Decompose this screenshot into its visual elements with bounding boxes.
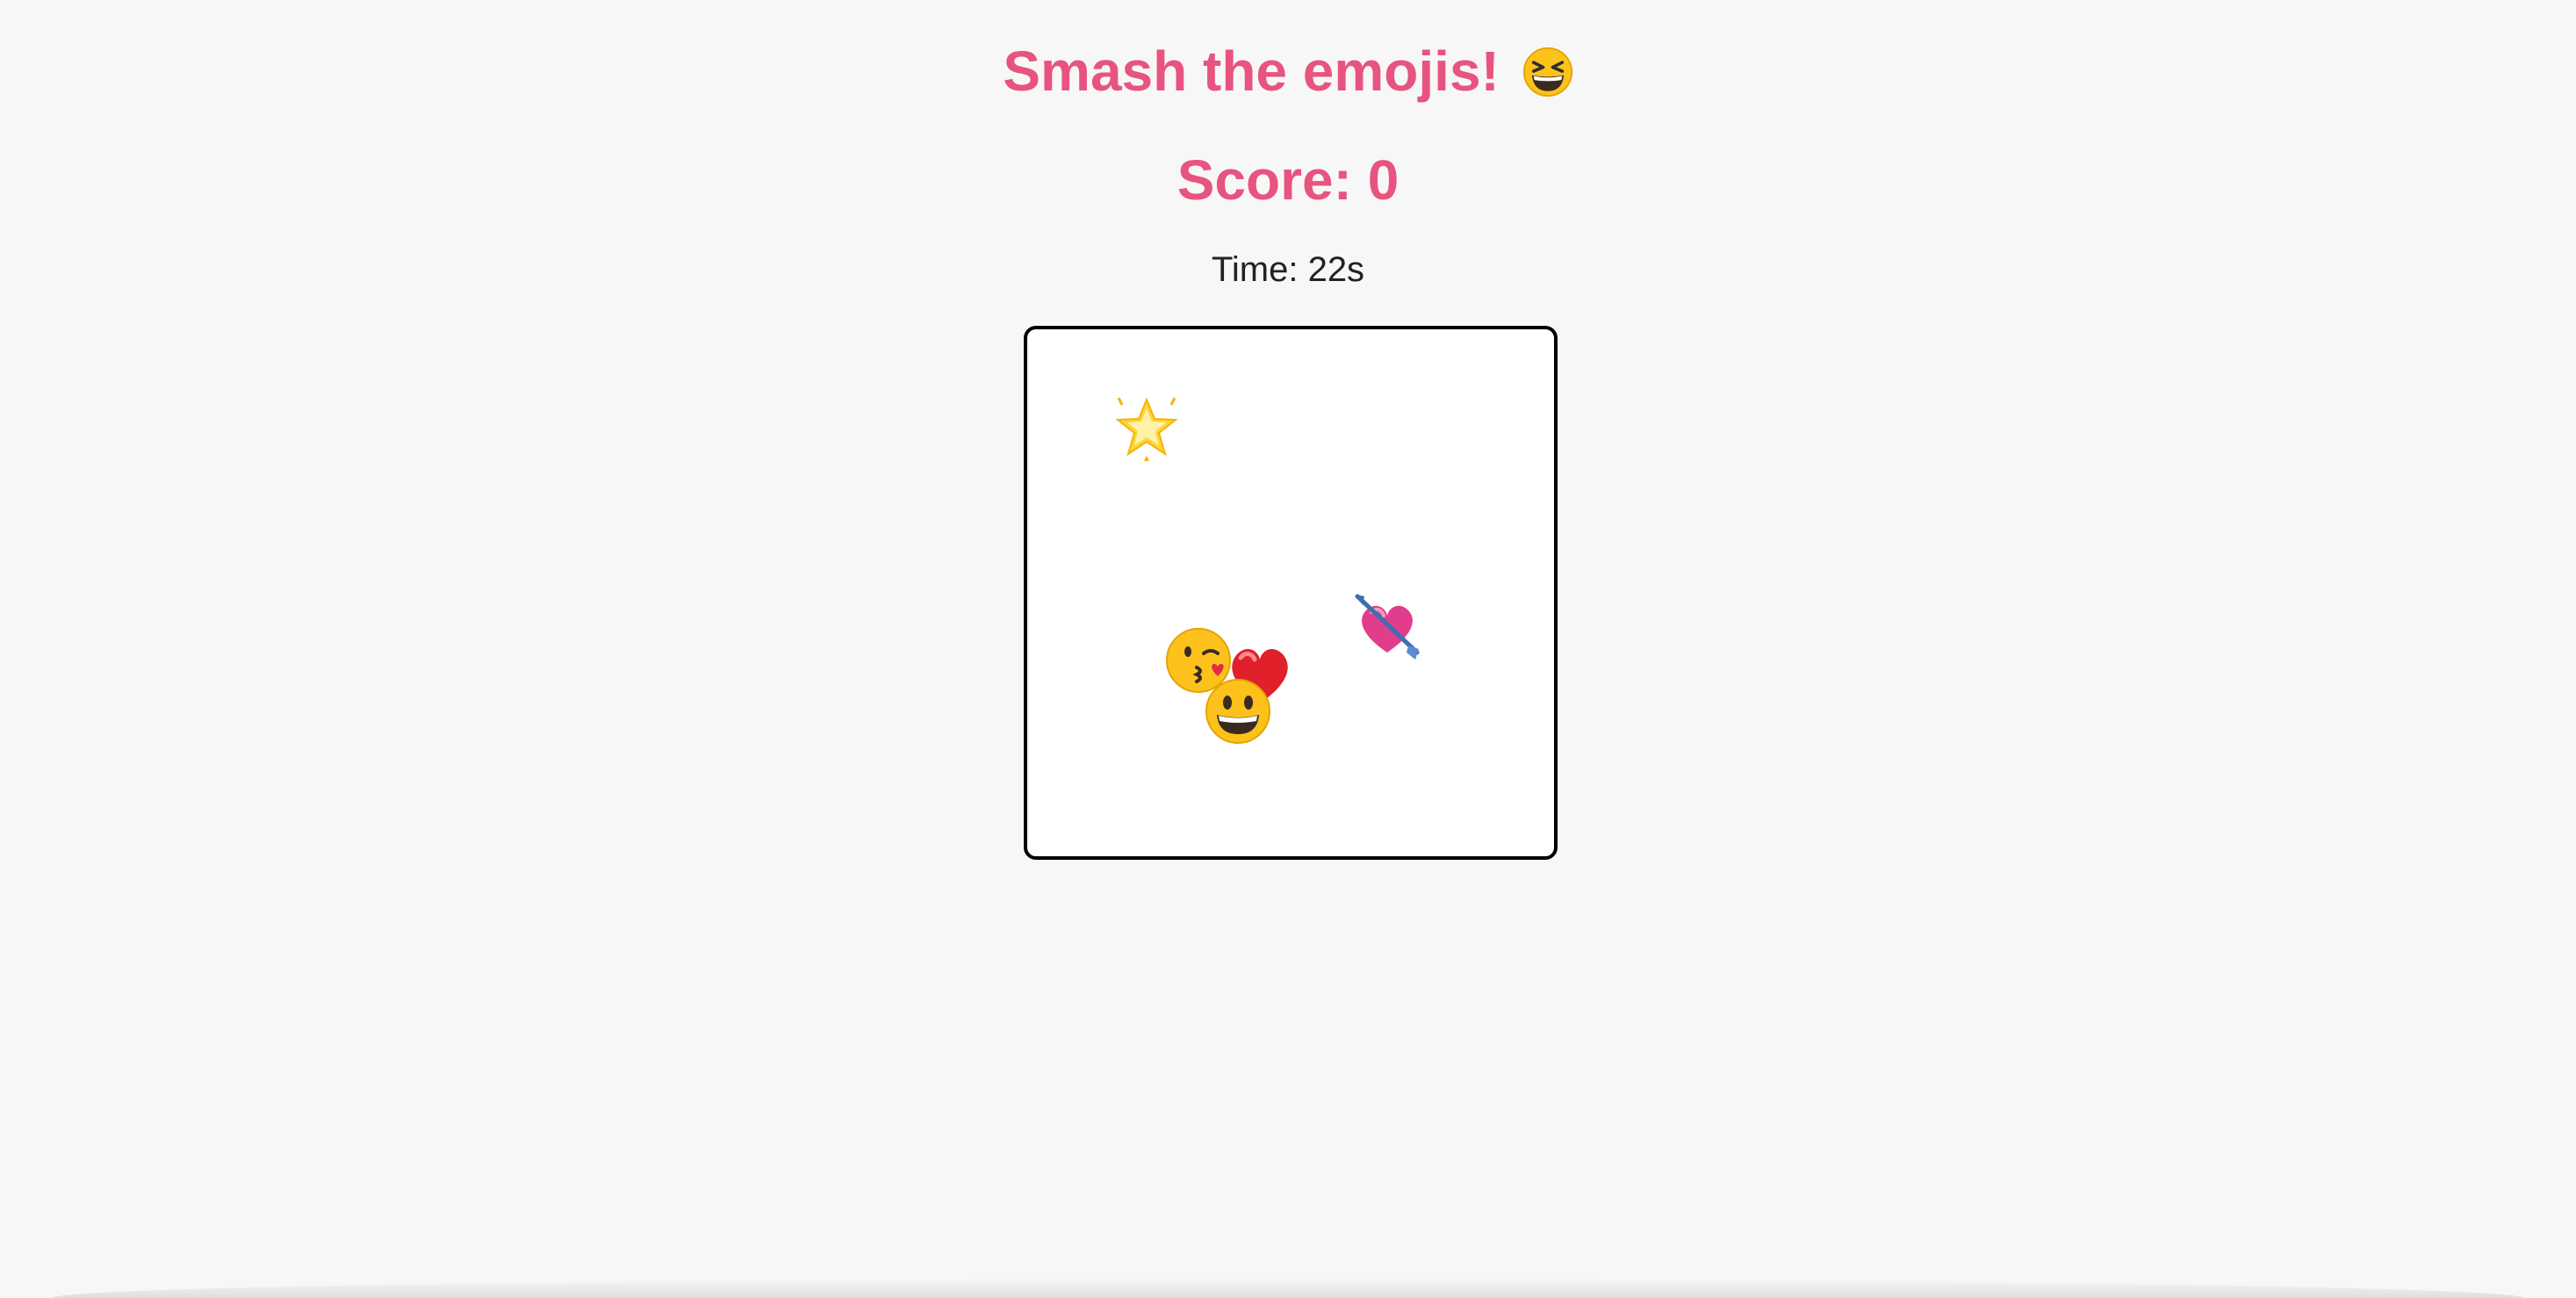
heart-with-arrow-icon[interactable] — [1352, 591, 1422, 661]
title-text: Smash the emojis! — [1003, 40, 1500, 103]
timer-display: Time: 22s — [1211, 250, 1365, 289]
grinning-squinting-face-icon — [1522, 40, 1573, 97]
grinning-face-big-eyes-icon[interactable] — [1203, 676, 1273, 746]
game-board[interactable] — [1024, 326, 1558, 860]
window-bottom-shadow — [53, 1279, 2523, 1298]
glowing-star-icon[interactable] — [1112, 393, 1182, 463]
score-display: Score: 0 — [1176, 148, 1400, 212]
game-page: Smash the emojis! Score: 0 Time: 22s — [0, 0, 2576, 1298]
page-title: Smash the emojis! — [0, 33, 2576, 109]
